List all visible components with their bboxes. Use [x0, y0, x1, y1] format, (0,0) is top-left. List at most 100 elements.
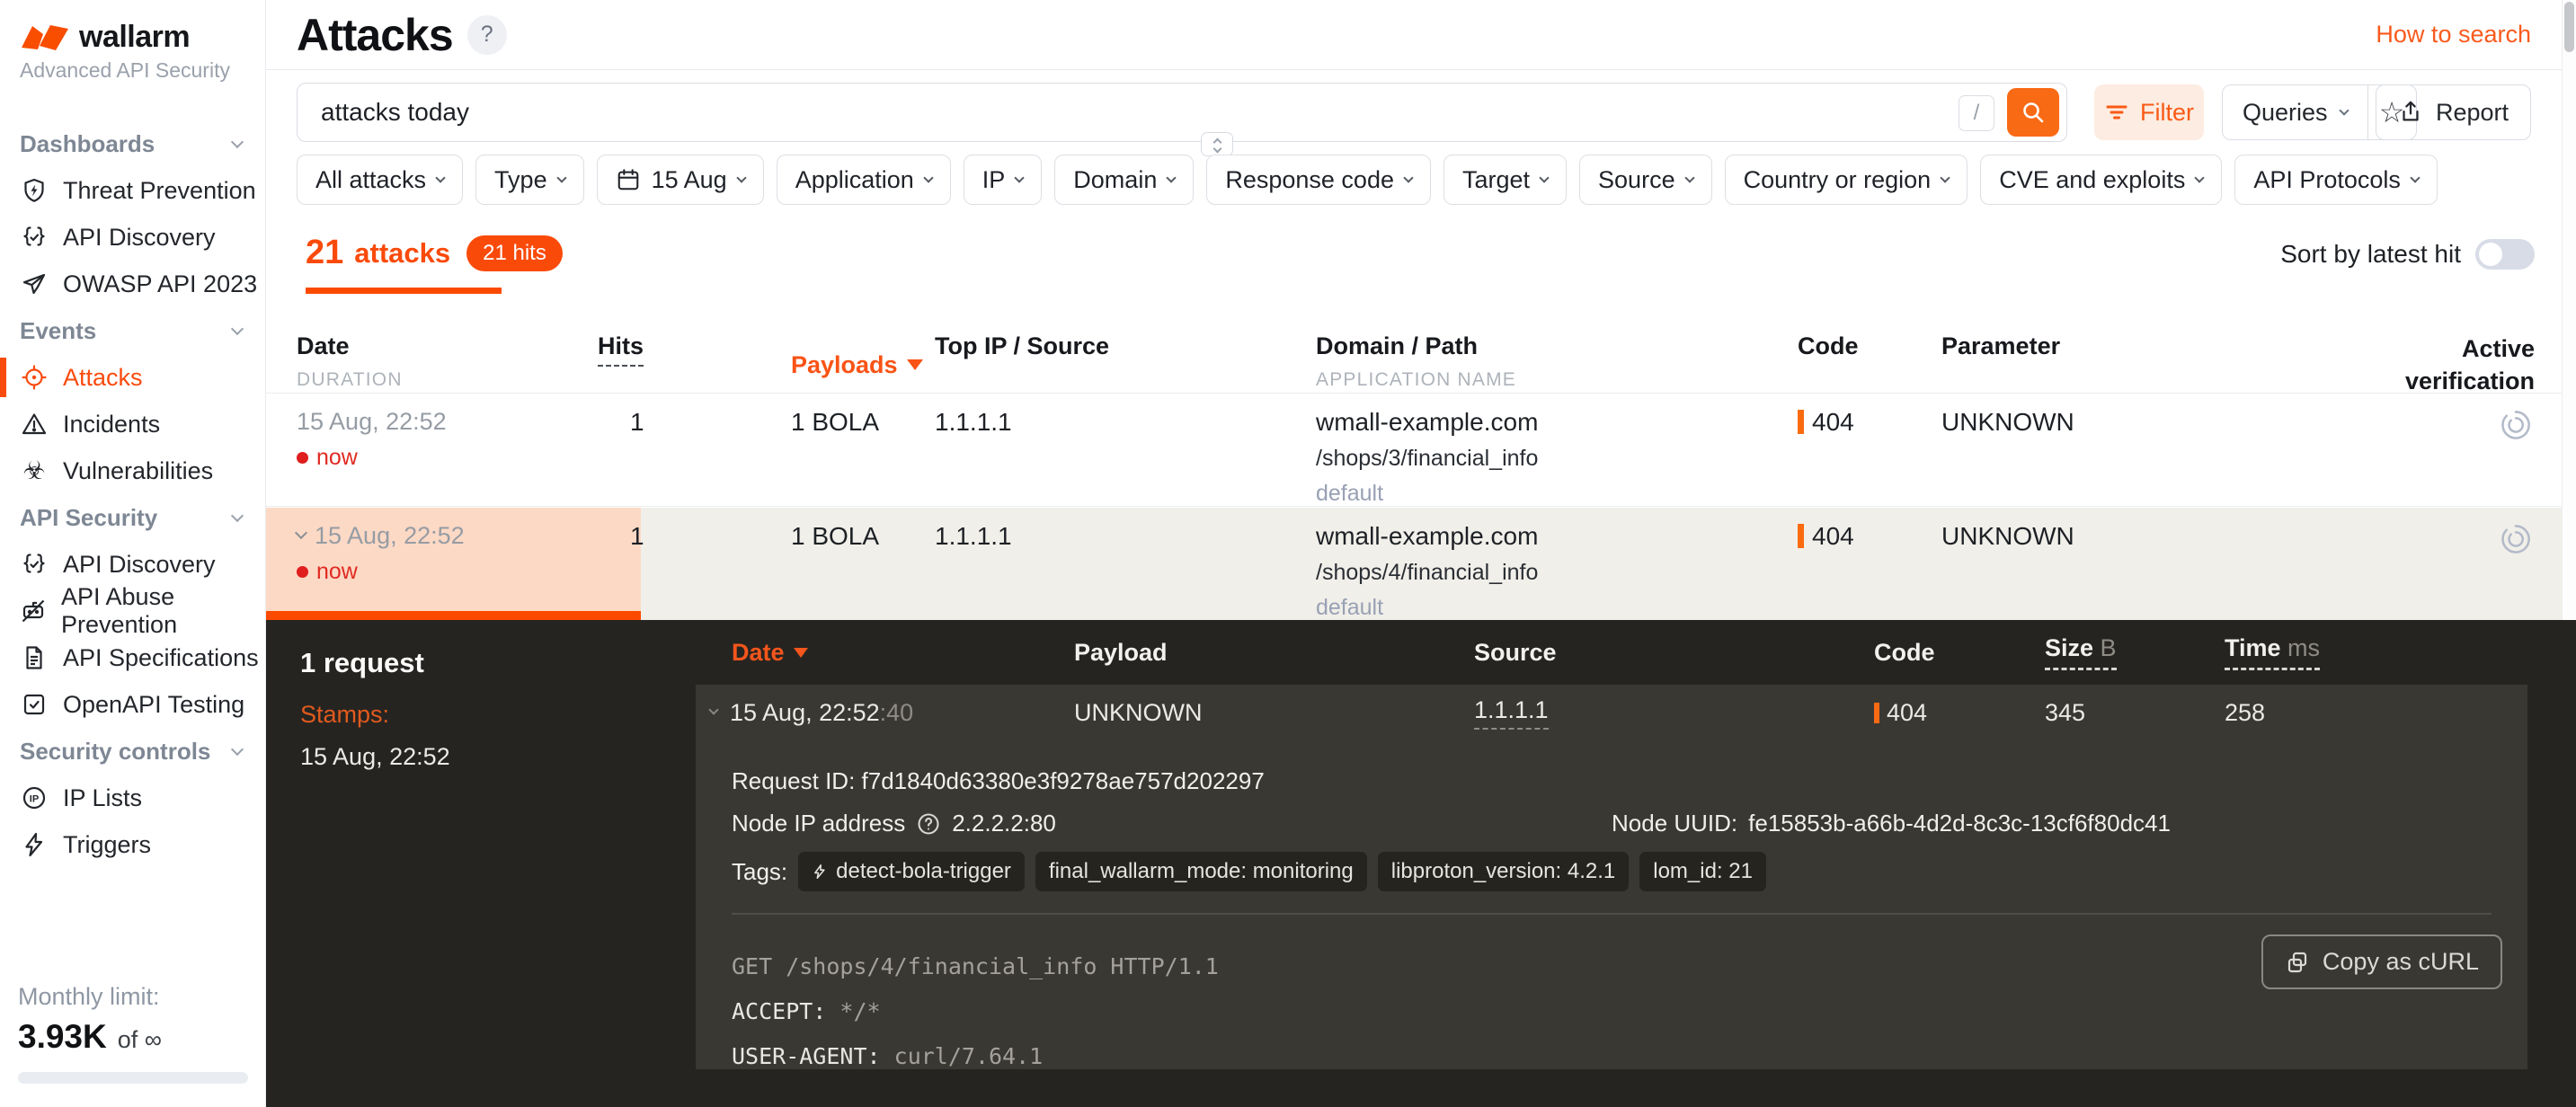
chip-type[interactable]: Type	[475, 155, 584, 205]
sidebar-item-api-abuse-prevention[interactable]: API Abuse Prevention	[0, 588, 265, 634]
search-box: /	[297, 83, 2067, 142]
chevron-down-icon	[231, 136, 244, 148]
sidebar-item-ip-lists[interactable]: IP IP Lists	[0, 775, 265, 821]
collapse-chevron-icon[interactable]	[708, 704, 718, 714]
chevron-down-icon	[1539, 173, 1549, 182]
cell-date: 15 Aug, 22:52 now	[297, 522, 598, 621]
copy-icon	[2285, 950, 2310, 975]
sidebar-item-attacks[interactable]: Attacks	[0, 354, 265, 401]
cell-payload: 1 BOLA	[791, 522, 935, 621]
chip-api-protocols[interactable]: API Protocols	[2234, 155, 2438, 205]
cell-domain: wmall-example.com /shops/4/financial_inf…	[1316, 522, 1798, 621]
topbar: Attacks ? How to search	[266, 0, 2562, 70]
sidebar-item-vulnerabilities[interactable]: ☣ Vulnerabilities	[0, 447, 265, 494]
brand[interactable]: wallarm Advanced API Security	[0, 0, 265, 83]
upload-icon	[2398, 100, 2423, 125]
sidebar-item-owasp-api-2023[interactable]: OWASP API 2023	[0, 261, 265, 307]
scrollbar-thumb[interactable]	[2564, 2, 2574, 52]
col-hits[interactable]: Hits	[598, 332, 791, 398]
monthly-limit: Monthly limit: 3.93K of ∞	[0, 983, 265, 1107]
queries-dropdown[interactable]: Queries	[2223, 85, 2367, 139]
chip-source[interactable]: Source	[1579, 155, 1712, 205]
paper-plane-icon	[20, 270, 49, 297]
chip-application[interactable]: Application	[777, 155, 951, 205]
sidebar-item-triggers[interactable]: Triggers	[0, 821, 265, 868]
stamps-label: Stamps:	[300, 701, 450, 729]
section-security-controls[interactable]: Security controls	[0, 728, 265, 775]
chip-cve[interactable]: CVE and exploits	[1980, 155, 2222, 205]
tag-lom-id[interactable]: lom_id: 21	[1639, 852, 1766, 891]
sort-toggle[interactable]	[2475, 239, 2535, 270]
chevron-down-icon	[1403, 173, 1413, 182]
col-source: Source	[1474, 639, 1874, 667]
stamp-value: 15 Aug, 22:52	[300, 743, 450, 771]
col-payloads[interactable]: Payloads	[791, 332, 935, 398]
monthly-limit-progress	[18, 1072, 248, 1084]
section-dashboards[interactable]: Dashboards	[0, 120, 265, 167]
chip-response-code[interactable]: Response code	[1206, 155, 1431, 205]
request-meta: Request ID: f7d1840d63380e3f9278ae757d20…	[696, 740, 2527, 915]
attack-row[interactable]: 15 Aug, 22:52 now 1 1 BOLA 1.1.1.1 wmall…	[266, 394, 2576, 507]
chip-all-attacks[interactable]: All attacks	[297, 155, 463, 205]
cell-parameter: UNKNOWN	[1941, 408, 2391, 507]
sidebar-item-api-specifications[interactable]: API Specifications	[0, 634, 265, 681]
cell-code: 404	[1798, 408, 1941, 507]
chip-country[interactable]: Country or region	[1725, 155, 1968, 205]
search-resize-handle[interactable]	[1201, 132, 1233, 156]
cell-source[interactable]: 1.1.1.1	[1474, 696, 1874, 730]
node-uuid-value: fe15853b-a66b-4d2d-8c3c-13cf6f80dc41	[1748, 810, 2171, 837]
col-active-verification: Active verification	[2391, 332, 2535, 398]
slash-shortcut-key: /	[1959, 95, 1994, 131]
col-code: Code	[1798, 332, 1941, 398]
chip-domain[interactable]: Domain	[1054, 155, 1194, 205]
col-date[interactable]: Date	[696, 639, 1074, 667]
tag-libproton-version[interactable]: libproton_version: 4.2.1	[1378, 852, 1630, 891]
sidebar-item-threat-prevention[interactable]: Threat Prevention	[0, 167, 265, 214]
col-time[interactable]: Time ms	[2225, 634, 2527, 670]
how-to-search-link[interactable]: How to search	[2376, 21, 2531, 49]
request-count: 1 request	[300, 647, 450, 679]
sidebar-nav: Dashboards Threat Prevention API Discove…	[0, 120, 265, 868]
report-button[interactable]: Report	[2376, 84, 2531, 140]
sidebar-item-api-discovery-2[interactable]: API Discovery	[0, 541, 265, 588]
sidebar-item-incidents[interactable]: Incidents	[0, 401, 265, 447]
section-api-security[interactable]: API Security	[0, 494, 265, 541]
warning-icon	[20, 411, 49, 438]
chip-ip[interactable]: IP	[964, 155, 1043, 205]
chevron-down-icon	[435, 173, 445, 182]
chevron-down-icon	[556, 173, 566, 182]
section-events[interactable]: Events	[0, 307, 265, 354]
sort-desc-icon	[794, 648, 808, 658]
tag-detect-bola-trigger[interactable]: detect-bola-trigger	[798, 852, 1025, 891]
requests-table-header: Date Payload Source Code Size B Time ms	[696, 620, 2527, 685]
braces-check-icon	[20, 551, 49, 578]
search-button[interactable]	[2007, 88, 2059, 137]
chevron-down-icon	[1167, 173, 1177, 182]
cell-domain: wmall-example.com /shops/3/financial_inf…	[1316, 408, 1798, 507]
cell-payload: UNKNOWN	[1074, 699, 1474, 727]
detail-summary: 1 request Stamps: 15 Aug, 22:52	[300, 647, 450, 771]
active-verification-icon	[2499, 522, 2533, 621]
copy-as-curl-button[interactable]: Copy as cURL	[2261, 934, 2502, 989]
chip-date[interactable]: 15 Aug	[597, 155, 764, 205]
sidebar-item-api-discovery[interactable]: API Discovery	[0, 214, 265, 261]
search-input[interactable]	[298, 84, 2066, 141]
active-tab-indicator	[306, 288, 502, 294]
help-icon[interactable]: ?	[467, 15, 507, 55]
sidebar-item-openapi-testing[interactable]: OpenAPI Testing	[0, 681, 265, 728]
attack-row-selected[interactable]: 15 Aug, 22:52 now 1 1 BOLA 1.1.1.1 wmall…	[266, 508, 2576, 620]
brand-subtitle: Advanced API Security	[20, 58, 265, 83]
question-circle-icon[interactable]	[916, 811, 941, 837]
chip-target[interactable]: Target	[1443, 155, 1567, 205]
page-scrollbar[interactable]	[2562, 0, 2576, 620]
chevron-down-icon	[2410, 173, 2420, 182]
filter-button[interactable]: Filter	[2094, 84, 2204, 140]
tag-final-wallarm-mode[interactable]: final_wallarm_mode: monitoring	[1035, 852, 1367, 891]
collapse-chevron-icon[interactable]	[295, 526, 307, 538]
chevron-down-icon	[2195, 173, 2205, 182]
user-agent-header: USER-AGENT: curl/7.64.1	[732, 1041, 2492, 1073]
chevron-down-icon	[2339, 105, 2349, 115]
col-size[interactable]: Size B	[2045, 634, 2225, 670]
request-row[interactable]: 15 Aug, 22:52:40 UNKNOWN 1.1.1.1 404 345…	[696, 685, 2527, 740]
code-severity-bar	[1874, 703, 1879, 723]
